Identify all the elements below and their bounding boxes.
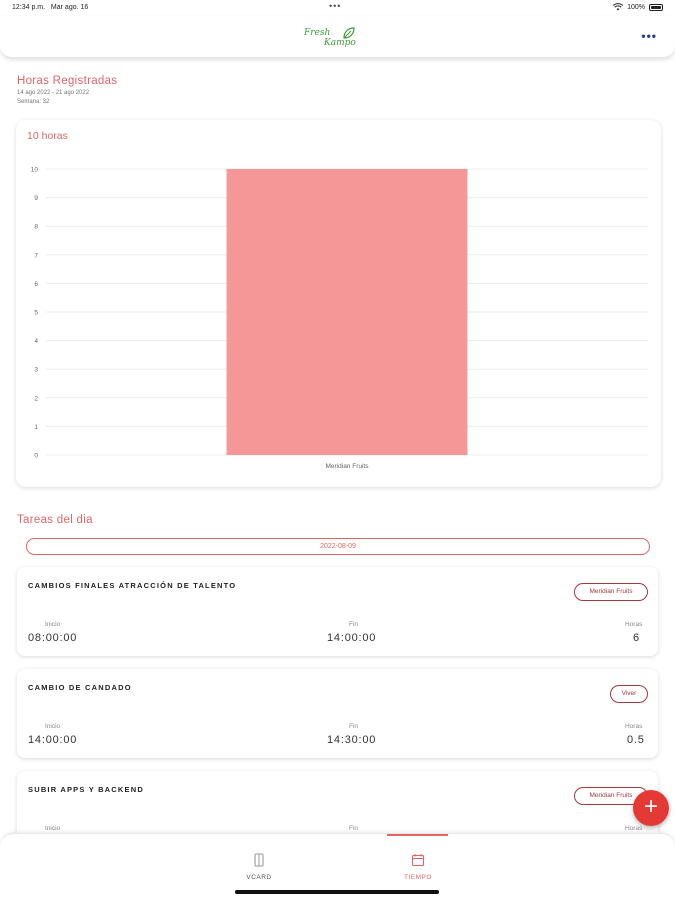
start-time: 14:00:00 <box>28 734 78 746</box>
clock-icon <box>411 854 425 867</box>
task-name: CAMBIO DE CANDADO <box>28 683 132 692</box>
summary-title: Horas Registradas <box>17 75 118 87</box>
y-tick-label: 4 <box>34 338 38 345</box>
hours-chart-card: 10 horas 0 1 2 3 4 5 6 7 8 9 10 Meridian Fruits <box>16 120 661 487</box>
hours-label: Horas <box>625 723 643 730</box>
end-label: Fin <box>349 621 359 628</box>
task-card[interactable]: CAMBIOS FINALES ATRACCIÓN DE TALENTO Mer… <box>17 567 658 656</box>
tab-tiempo-label: TIEMPO <box>404 874 432 881</box>
home-indicator <box>235 890 439 894</box>
battery-percent: 100% <box>627 3 645 11</box>
hours-bar-chart: 0 1 2 3 4 5 6 7 8 9 10 Meridian Fruits <box>31 167 648 470</box>
hours-label: Horas <box>625 621 643 628</box>
hours-label: Horas <box>625 825 643 832</box>
multitask-dots-icon[interactable]: ••• <box>329 1 341 11</box>
task-card[interactable]: CAMBIO DE CANDADO Viver Inicio Fin Horas… <box>17 669 658 758</box>
end-label: Fin <box>349 825 359 832</box>
status-date: Mar ago. 16 <box>50 4 89 11</box>
y-tick-label: 2 <box>34 395 38 402</box>
tab-tiempo[interactable]: TIEMPO <box>358 834 478 894</box>
end-time: 14:00:00 <box>327 632 377 644</box>
status-time: 12:34 p.m. Mar ago. 16 <box>12 4 88 11</box>
y-tick-label: 0 <box>34 453 38 460</box>
y-tick-label: 5 <box>34 310 38 317</box>
tab-vcard-label: VCARD <box>246 874 272 881</box>
chart-bar[interactable] <box>226 169 468 455</box>
logo-text-fresh: Fresh <box>304 28 331 38</box>
battery-icon <box>649 3 663 11</box>
date-selector[interactable]: 2022-08-09 <box>26 538 650 555</box>
freshkampo-logo: Fresh Kampo <box>304 25 360 51</box>
add-icon: + <box>643 793 658 820</box>
status-right: 100% <box>613 3 663 11</box>
client-badge[interactable]: Viver <box>610 685 648 703</box>
status-clock: 12:34 p.m. <box>12 4 46 11</box>
end-time: 14:30:00 <box>327 734 377 746</box>
y-tick-label: 3 <box>34 367 38 374</box>
start-label: Inicio <box>45 621 61 628</box>
tasks-title: Tareas del dia <box>17 514 93 526</box>
start-label: Inicio <box>45 825 61 832</box>
client-badge[interactable]: Meridian Fruits <box>574 583 648 601</box>
x-tick-label: Meridian Fruits <box>326 463 370 470</box>
task-name: CAMBIOS FINALES ATRACCIÓN DE TALENTO <box>28 581 237 590</box>
y-tick-label: 10 <box>31 167 39 174</box>
y-tick-label: 9 <box>34 195 38 202</box>
y-tick-label: 7 <box>34 252 38 259</box>
y-tick-label: 8 <box>34 224 38 231</box>
task-hours: 6 <box>633 632 640 644</box>
status-bar: 12:34 p.m. Mar ago. 16 ••• 100% <box>0 0 675 16</box>
y-tick-label: 6 <box>34 281 38 288</box>
y-tick-label: 1 <box>34 424 38 431</box>
more-horizontal-icon[interactable]: ••• <box>641 30 657 42</box>
end-label: Fin <box>349 723 359 730</box>
app-screen: 12:34 p.m. Mar ago. 16 ••• 100% Fresh Ka… <box>0 0 675 900</box>
tab-vcard[interactable]: VCARD <box>199 834 319 894</box>
start-label: Inicio <box>45 723 61 730</box>
leaf-icon <box>343 27 355 39</box>
app-header: Fresh Kampo ••• <box>0 16 675 58</box>
start-time: 08:00:00 <box>28 632 78 644</box>
summary-date-range: 14 ago 2022 - 21 ago 2022 <box>17 90 90 96</box>
add-task-button[interactable]: + <box>633 790 669 826</box>
task-hours: 0.5 <box>627 734 645 746</box>
vcard-icon <box>254 853 264 867</box>
wifi-icon <box>613 3 624 11</box>
task-name: SUBIR APPS Y BACKEND <box>28 785 144 794</box>
summary-week: Semana: 32 <box>17 99 50 105</box>
